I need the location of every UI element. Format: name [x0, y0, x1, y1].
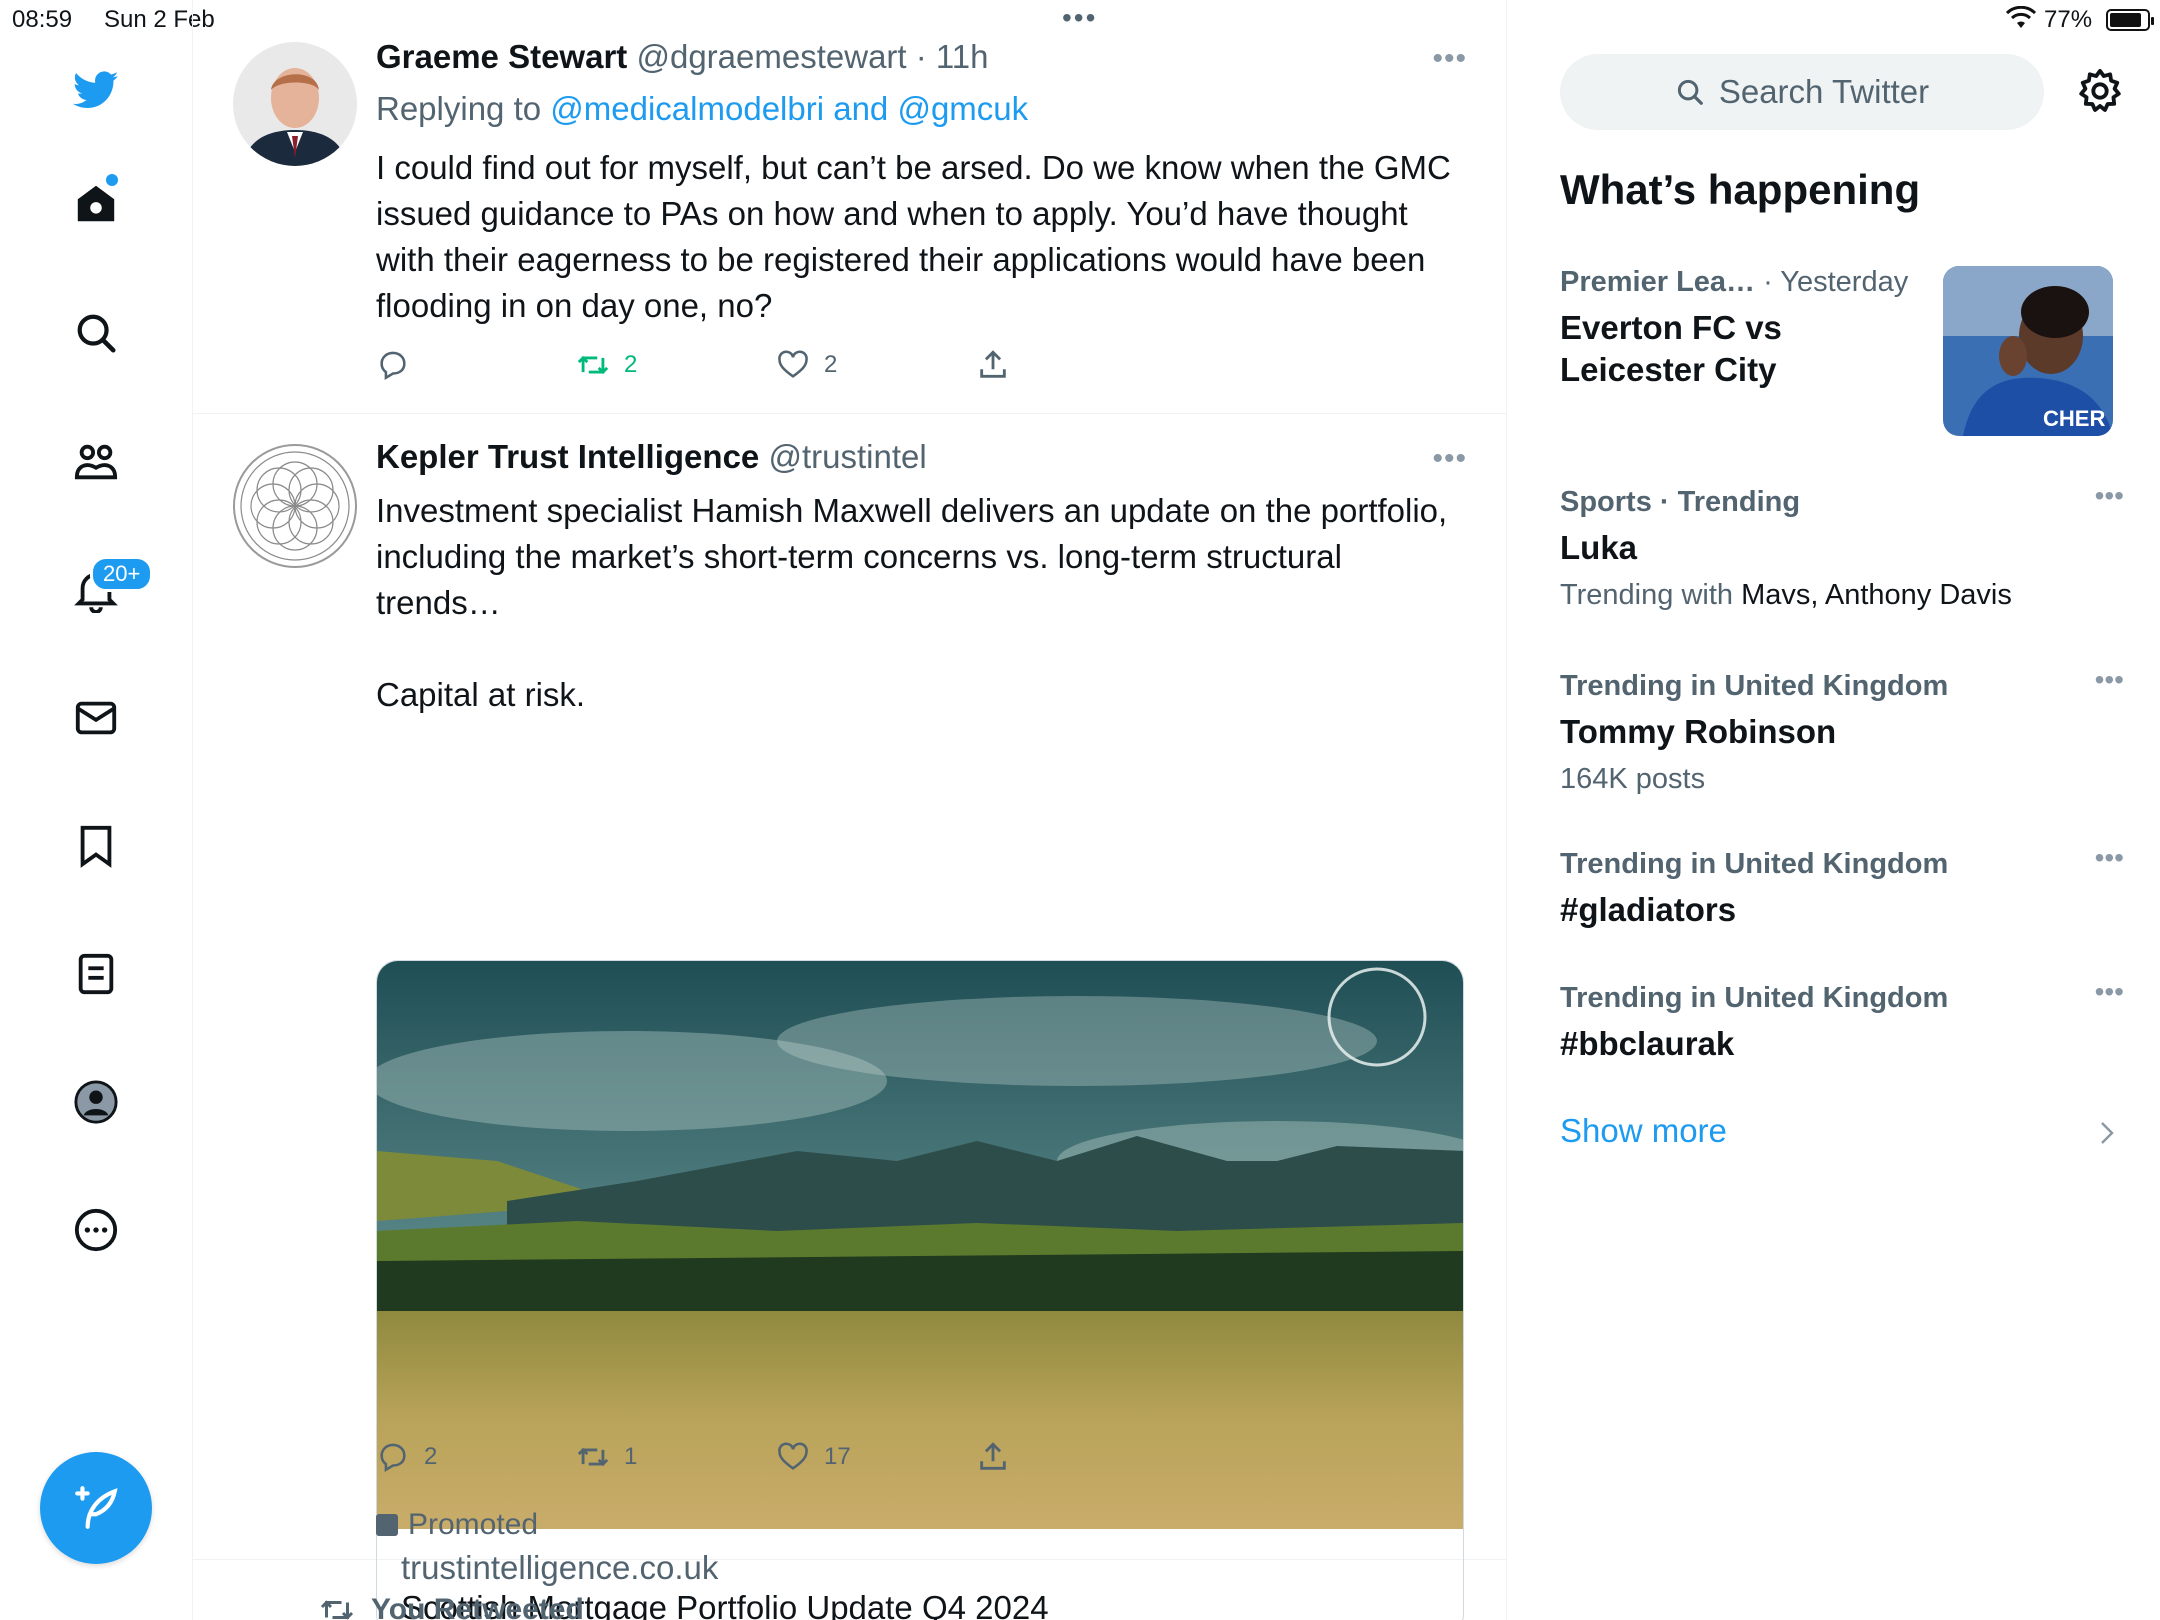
trend-title: #gladiators — [1560, 891, 1737, 928]
trend-more-icon[interactable]: ••• — [2095, 664, 2124, 696]
tweet-author-name[interactable]: Graeme Stewart — [376, 38, 627, 75]
retweet-icon — [577, 355, 609, 375]
timeline: Graeme Stewart @dgraemestewart · 11h •••… — [193, 0, 1507, 1620]
twitter-bird-logo-icon[interactable] — [66, 60, 126, 120]
tweet-author-name[interactable]: Kepler Trust Intelligence — [376, 438, 759, 475]
lists-icon[interactable] — [66, 944, 126, 1004]
you-retweeted-header: You Retweeted — [319, 1592, 584, 1620]
trend-subtitle: 164K posts — [1560, 763, 1706, 795]
share-button[interactable] — [976, 1440, 1010, 1474]
tweet-more-icon[interactable]: ••• — [1432, 442, 1467, 476]
share-button[interactable] — [976, 348, 1010, 382]
more-options-icon[interactable] — [66, 1200, 126, 1260]
show-more-link[interactable]: Show more — [1560, 1112, 1727, 1150]
right-sidebar: Search Twitter What’s happening Premier … — [1507, 0, 2160, 1620]
search-icon — [1677, 79, 1703, 105]
retweet-icon — [577, 1447, 609, 1467]
like-button[interactable]: 17 — [776, 1440, 851, 1474]
share-icon — [980, 1442, 1006, 1470]
trend-category: Trending in United Kingdom — [1560, 982, 1949, 1014]
trend-item[interactable]: Trending in United Kingdom #gladiators •… — [1560, 842, 2124, 931]
messages-envelope-icon[interactable] — [66, 688, 126, 748]
compose-feather-icon — [75, 1486, 118, 1529]
you-retweeted-text: You Retweeted — [371, 1593, 584, 1620]
trend-time: · Yesterday — [1763, 266, 1909, 298]
retweet-icon — [320, 1600, 354, 1620]
notifications-badge: 20+ — [90, 556, 154, 592]
promoted-icon — [376, 1514, 398, 1536]
trend-item[interactable]: Premier Lea… · Yesterday Everton FC vs L… — [1560, 266, 1930, 391]
left-nav: 20+ — [0, 0, 193, 1620]
tweet-graeme-stewart[interactable]: Graeme Stewart @dgraemestewart · 11h •••… — [193, 0, 1507, 414]
tweet-time: · 11h — [915, 38, 989, 75]
trend-category: Premier Lea… — [1560, 266, 1756, 298]
tweet-text: Investment specialist Hamish Maxwell del… — [376, 492, 1448, 713]
heart-icon — [778, 1442, 808, 1470]
like-count: 2 — [824, 351, 838, 378]
tweet-author-handle[interactable]: @trustintel — [768, 438, 926, 475]
search-placeholder: Search Twitter — [1718, 73, 1930, 110]
home-unread-dot — [106, 174, 118, 186]
trend-more-icon[interactable]: ••• — [2095, 842, 2124, 874]
trend-title: Luka — [1560, 529, 1638, 566]
trend-sub-prefix: Trending with — [1560, 579, 1734, 611]
reply-button[interactable]: 2 — [376, 1440, 437, 1474]
trend-subtitle: Mavs, Anthony Davis — [1741, 579, 2012, 611]
promoted-label[interactable]: Promoted — [376, 1508, 538, 1542]
retweet-button[interactable]: 1 — [576, 1440, 637, 1474]
trend-thumbnail-image[interactable]: CHER — [1943, 266, 2113, 436]
retweet-count: 2 — [624, 351, 638, 378]
tweet-actions: 2 1 17 — [376, 1440, 1076, 1480]
communities-icon[interactable] — [66, 432, 126, 492]
retweet-count: 1 — [624, 1443, 638, 1470]
tweet-actions: 2 2 — [376, 348, 1076, 388]
avatar[interactable] — [233, 42, 357, 166]
card-domain: trustintelligence.co.uk — [401, 1549, 719, 1586]
search-input[interactable]: Search Twitter — [1560, 54, 2044, 130]
reply-icon — [380, 1443, 406, 1473]
profile-avatar-icon[interactable] — [66, 1072, 126, 1132]
trend-category: Trending in United Kingdom — [1560, 670, 1949, 702]
avatar[interactable] — [233, 444, 357, 568]
tweet-kepler-trust-intelligence[interactable]: Kepler Trust Intelligence @trustintel ••… — [193, 414, 1507, 1620]
share-icon — [980, 350, 1006, 378]
tweet-more-icon[interactable]: ••• — [1432, 42, 1467, 76]
search-icon[interactable] — [66, 303, 126, 363]
chevron-right-icon — [2101, 1122, 2114, 1144]
trend-category: Sports · Trending — [1560, 486, 1801, 518]
replying-to: Replying to @medicalmodelbri and @gmcuk — [376, 90, 1028, 128]
trend-category: Trending in United Kingdom — [1560, 848, 1949, 880]
trend-title: Tommy Robinson — [1560, 713, 1837, 750]
trend-item[interactable]: Trending in United Kingdom Tommy Robinso… — [1560, 664, 2124, 796]
reply-icon — [380, 351, 406, 381]
like-button[interactable]: 2 — [776, 348, 837, 382]
tweet-text: I could find out for myself, but can’t b… — [376, 149, 1461, 324]
reply-count: 2 — [424, 1443, 438, 1470]
trend-item[interactable]: Sports · Trending Luka Trending with Mav… — [1560, 480, 2124, 612]
settings-gear-icon[interactable] — [2077, 68, 2123, 114]
whats-happening-heading: What’s happening — [1560, 166, 1921, 213]
trend-title: Everton FC vs Leicester City — [1560, 309, 1782, 388]
compose-tweet-button[interactable] — [40, 1452, 152, 1564]
trend-more-icon[interactable]: ••• — [2095, 976, 2124, 1008]
reply-button[interactable] — [376, 348, 424, 382]
tweet-author-handle[interactable]: @dgraemestewart — [636, 38, 906, 75]
replying-to-users-link[interactable]: @medicalmodelbri and @gmcuk — [550, 90, 1028, 127]
replying-prefix: Replying to — [376, 90, 542, 127]
like-count: 17 — [824, 1443, 851, 1470]
trend-title: #bbclaurak — [1560, 1025, 1735, 1062]
retweet-button[interactable]: 2 — [576, 348, 637, 382]
heart-icon — [778, 350, 808, 378]
bookmarks-icon[interactable] — [66, 816, 126, 876]
trend-item[interactable]: Trending in United Kingdom #bbclaurak ••… — [1560, 976, 2124, 1065]
svg-text:CHER: CHER — [2043, 406, 2105, 431]
trend-more-icon[interactable]: ••• — [2095, 480, 2124, 512]
promoted-text: Promoted — [408, 1508, 539, 1541]
link-card[interactable]: trustintelligence.co.uk Scottish Mortgag… — [376, 960, 1464, 1620]
